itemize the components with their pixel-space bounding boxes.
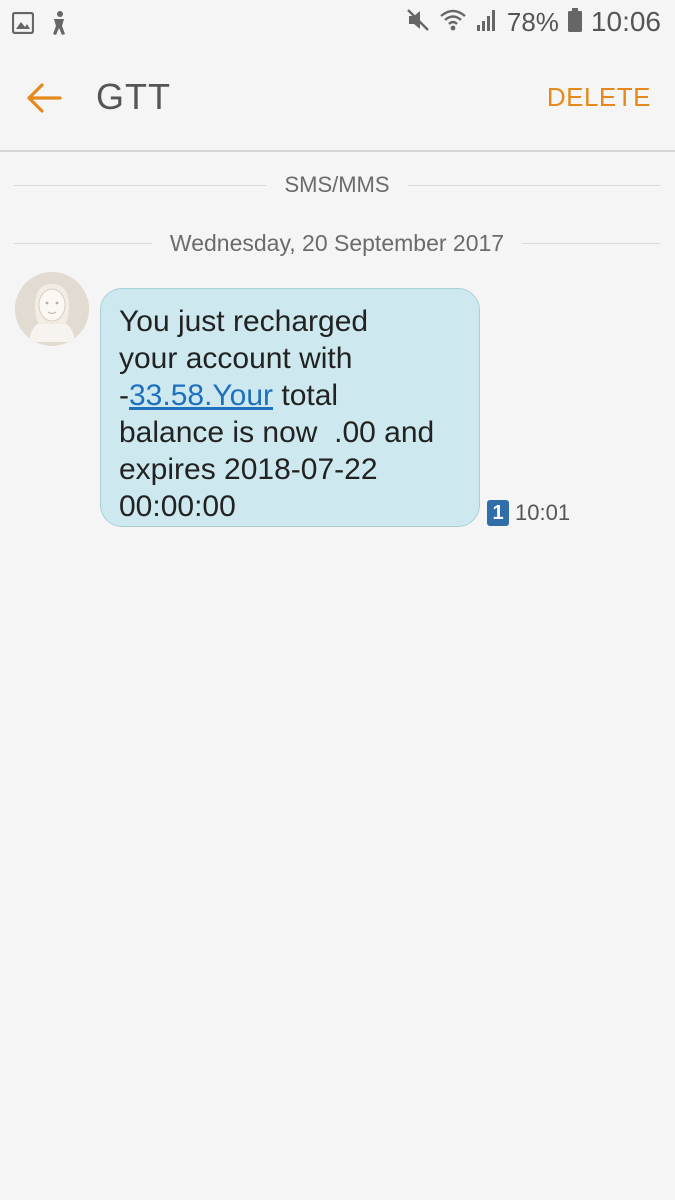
channel-label: SMS/MMS <box>284 172 390 197</box>
date-label: Wednesday, 20 September 2017 <box>169 230 505 256</box>
date-divider: Wednesday, 20 September 2017 <box>14 230 660 257</box>
status-time: 10:06 <box>590 6 661 37</box>
back-arrow-icon <box>27 83 62 113</box>
back-button[interactable] <box>22 76 66 120</box>
wifi-icon <box>439 7 467 38</box>
message-line: balance is now .00 and <box>119 416 435 449</box>
message-text: You just recharged your account with -33… <box>119 303 461 525</box>
battery-percent: 78% <box>506 6 559 37</box>
status-bar-left <box>11 10 70 41</box>
status-bar-right: 78% 10:06 <box>405 6 661 38</box>
message-line-prefix: - <box>119 379 129 412</box>
message-line-suffix: total <box>273 379 339 412</box>
divider-line <box>14 184 267 186</box>
message-line: 00:00:00 <box>119 490 236 523</box>
message-meta: 1 10:01 <box>487 500 570 526</box>
divider-line <box>407 184 660 186</box>
message-line: expires 2018-07-22 <box>119 453 378 486</box>
conversation-title: GTT <box>96 76 171 117</box>
signal-icon <box>475 7 499 38</box>
contact-avatar[interactable] <box>15 272 89 346</box>
app-bar: GTT DELETE <box>0 46 675 152</box>
mute-icon <box>405 7 431 38</box>
message-line: your account with <box>119 342 353 375</box>
sim-badge: 1 <box>487 500 509 526</box>
channel-divider: SMS/MMS <box>14 172 660 198</box>
message-link[interactable]: 33.58.Your <box>129 379 273 412</box>
divider-line <box>522 243 660 244</box>
message-time: 10:01 <box>515 500 571 525</box>
image-notification-icon <box>11 11 35 39</box>
message-line: You just recharged <box>119 305 369 338</box>
delete-button[interactable]: DELETE <box>547 82 651 113</box>
battery-icon <box>567 7 583 38</box>
divider-line <box>14 243 152 244</box>
contact-avatar-icon <box>15 272 89 346</box>
accessibility-icon <box>48 10 70 41</box>
status-bar: 78% 10:06 <box>0 0 675 46</box>
message-bubble[interactable]: You just recharged your account with -33… <box>100 288 480 527</box>
